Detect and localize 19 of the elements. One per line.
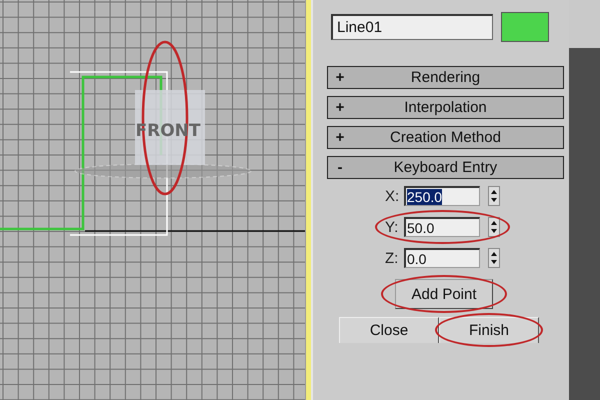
spinner-icon[interactable] bbox=[488, 248, 500, 268]
object-name-field[interactable]: Line01 bbox=[331, 14, 493, 40]
coordinate-field[interactable]: 50.0 bbox=[404, 217, 480, 237]
coordinate-field[interactable]: 0.0 bbox=[404, 248, 480, 268]
coordinate-label: Z: bbox=[385, 250, 400, 266]
rollout-header[interactable]: - Keyboard Entry bbox=[327, 156, 564, 179]
coordinate-label: Y: bbox=[385, 218, 400, 236]
coordinate-field[interactable]: 250.0 bbox=[404, 186, 480, 206]
coordinate-label: X: bbox=[385, 188, 400, 204]
viewcube-ring[interactable] bbox=[74, 164, 252, 178]
rollout-header[interactable]: + Interpolation bbox=[327, 96, 564, 119]
rollout-header[interactable]: + Rendering bbox=[327, 66, 564, 89]
panel-button[interactable]: Finish bbox=[439, 317, 539, 343]
add-point-button[interactable]: Add Point bbox=[395, 279, 493, 309]
object-color-swatch[interactable] bbox=[501, 12, 549, 42]
spinner-icon[interactable] bbox=[488, 186, 500, 206]
spinner-icon[interactable] bbox=[488, 217, 500, 237]
panel-button[interactable]: Close bbox=[339, 317, 439, 343]
rollout-header[interactable]: + Creation Method bbox=[327, 126, 564, 149]
